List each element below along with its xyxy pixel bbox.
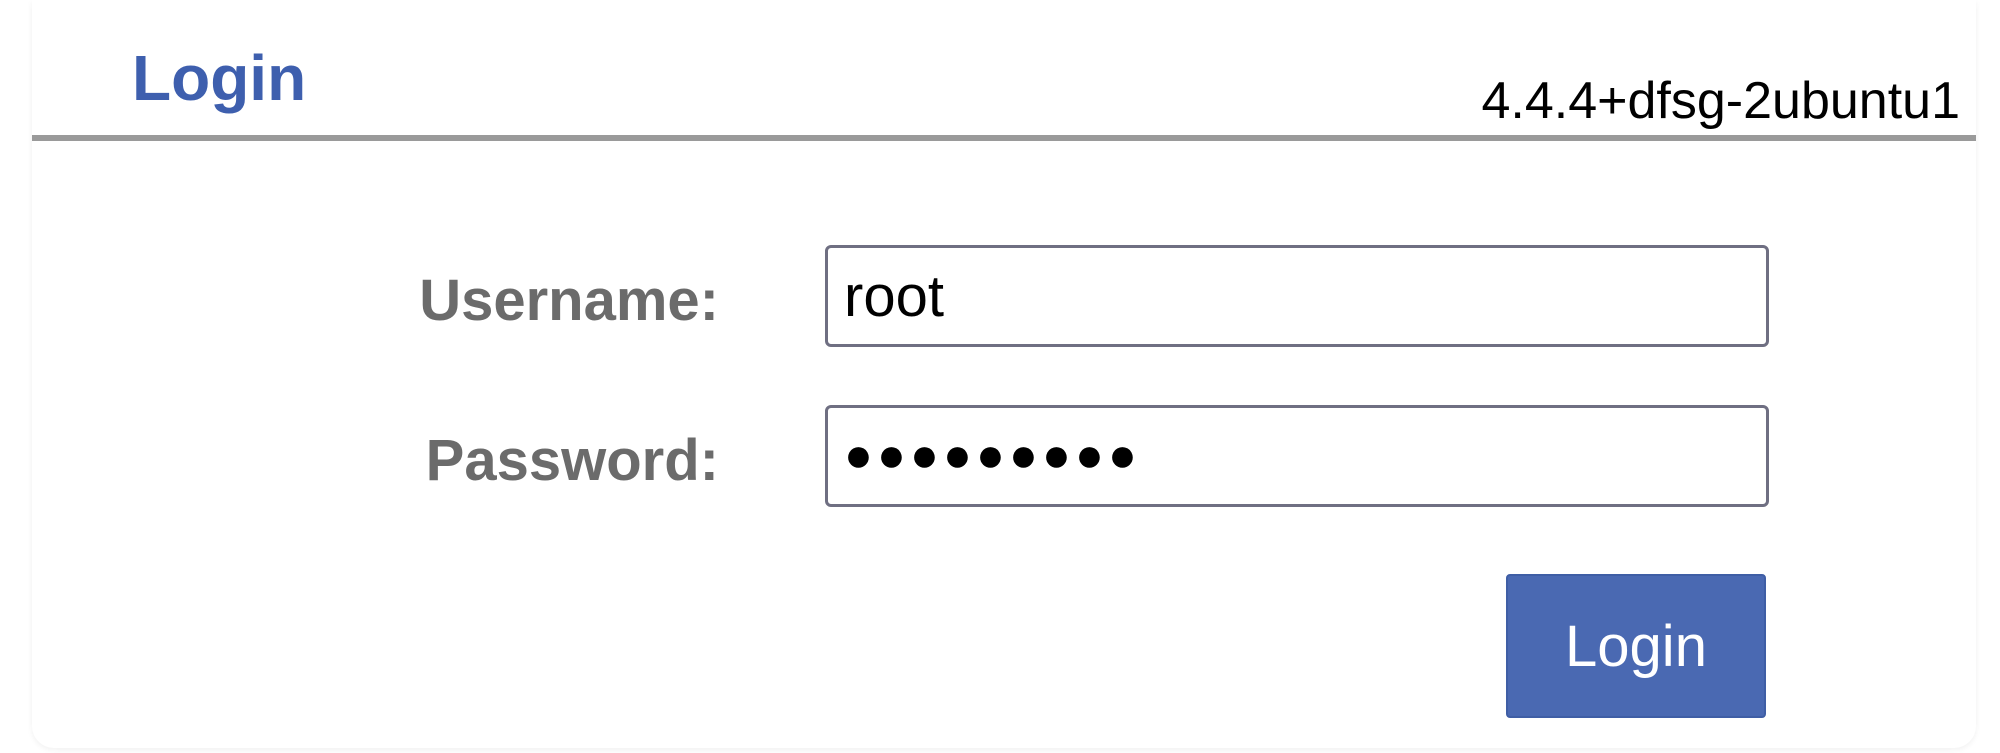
login-button[interactable]: Login <box>1506 574 1766 718</box>
login-panel: Login 4.4.4+dfsg-2ubuntu1 Username: Pass… <box>32 0 1976 748</box>
header-divider <box>32 135 1976 141</box>
page-title: Login <box>132 42 307 114</box>
username-input[interactable] <box>825 245 1769 347</box>
password-label: Password: <box>425 428 719 493</box>
username-label: Username: <box>419 268 719 333</box>
password-input[interactable]: ●●●●●●●●● <box>825 405 1769 507</box>
version-label: 4.4.4+dfsg-2ubuntu1 <box>1481 72 1960 130</box>
